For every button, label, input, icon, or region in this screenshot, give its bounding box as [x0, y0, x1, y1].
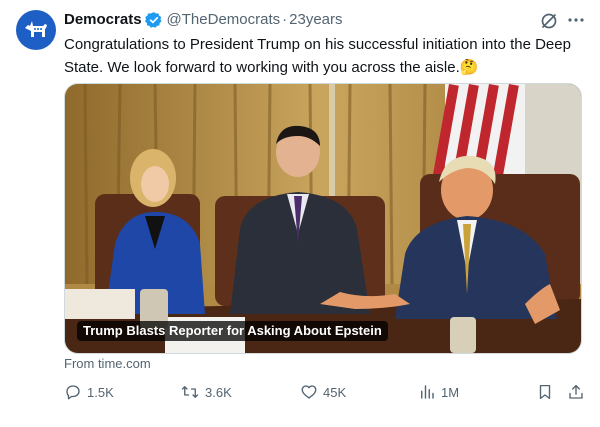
media-caption: Trump Blasts Reporter for Asking About E…	[77, 321, 388, 341]
views-button[interactable]: 1M	[418, 380, 459, 404]
like-icon	[301, 385, 317, 399]
reply-count: 1.5K	[87, 384, 114, 400]
grok-icon[interactable]	[539, 11, 559, 31]
tweet[interactable]: Democrats @TheDemocrats · 23years Congra…	[0, 0, 600, 427]
retweet-icon	[181, 386, 199, 398]
views-count: 1M	[441, 384, 460, 400]
views-icon	[421, 385, 434, 399]
share-icon	[569, 384, 583, 399]
donkey-logo-icon	[25, 21, 47, 37]
like-count: 45K	[323, 384, 347, 400]
author-name[interactable]: Democrats	[64, 10, 142, 30]
retweet-button[interactable]: 3.6K	[180, 380, 232, 404]
news-photo	[65, 84, 581, 353]
retweet-count: 3.6K	[205, 384, 232, 400]
more-icon[interactable]	[566, 10, 586, 30]
verified-badge-icon	[144, 11, 163, 29]
thinking-emoji: 🤔	[459, 59, 479, 76]
link-source[interactable]: From time.com	[64, 356, 151, 372]
tweet-timestamp[interactable]: 23years	[289, 10, 342, 30]
reply-icon	[66, 385, 80, 400]
like-button[interactable]: 45K	[300, 380, 346, 404]
header-separator: ·	[282, 11, 288, 28]
tweet-header: Democrats @TheDemocrats · 23years	[64, 10, 343, 30]
share-button[interactable]	[567, 380, 590, 404]
reply-button[interactable]: 1.5K	[64, 380, 114, 404]
avatar[interactable]	[16, 10, 56, 50]
tweet-body: Congratulations to President Trump on hi…	[64, 36, 571, 76]
tweet-text: Congratulations to President Trump on hi…	[64, 33, 584, 79]
bookmark-icon	[539, 384, 551, 400]
link-card-media[interactable]: Trump Blasts Reporter for Asking About E…	[64, 83, 582, 354]
author-handle[interactable]: @TheDemocrats	[167, 10, 281, 30]
bookmark-button[interactable]	[536, 380, 559, 404]
action-bar: 1.5K 3.6K 45K 1M	[64, 380, 588, 404]
